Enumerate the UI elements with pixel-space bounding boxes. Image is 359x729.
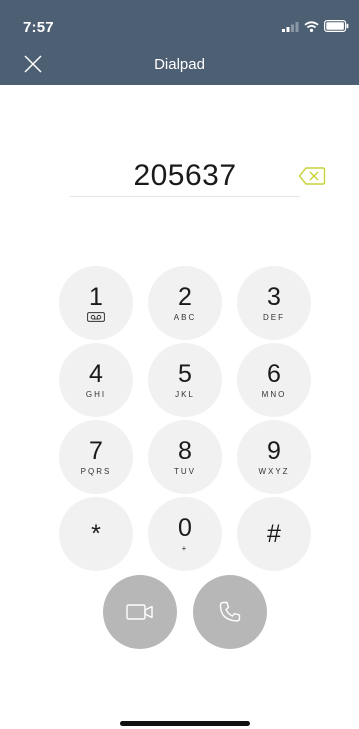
signal-icon — [282, 21, 299, 32]
key-digit: 1 — [89, 283, 103, 311]
home-indicator[interactable] — [120, 721, 250, 726]
battery-icon — [324, 20, 349, 32]
backspace-button[interactable] — [298, 166, 326, 186]
key-letters: + — [181, 543, 189, 553]
key-6[interactable]: 6 MNO — [237, 343, 311, 417]
key-digit: 0 — [178, 513, 192, 542]
key-9[interactable]: 9 WXYZ — [237, 420, 311, 494]
key-1[interactable]: 1 — [59, 266, 133, 340]
key-digit: 5 — [178, 359, 192, 388]
key-digit: # — [267, 520, 281, 548]
key-0[interactable]: 0 + — [148, 497, 222, 571]
key-2[interactable]: 2 ABC — [148, 266, 222, 340]
key-star[interactable]: * — [59, 497, 133, 571]
video-camera-icon — [126, 604, 153, 620]
voicemail-icon — [87, 312, 105, 322]
phone-icon — [219, 601, 241, 622]
key-hash[interactable]: # — [237, 497, 311, 571]
key-digit: 7 — [89, 436, 103, 465]
key-digit: 4 — [89, 359, 103, 388]
key-3[interactable]: 3 DEF — [237, 266, 311, 340]
status-time: 7:57 — [23, 19, 54, 36]
key-letters: DEF — [263, 312, 285, 322]
key-digit: 8 — [178, 436, 192, 465]
key-letters: GHI — [85, 389, 107, 399]
backspace-icon — [298, 167, 326, 185]
key-letters: ABC — [173, 312, 197, 322]
key-digit: 2 — [178, 282, 192, 311]
key-5[interactable]: 5 JKL — [148, 343, 222, 417]
key-letters: JKL — [175, 389, 195, 399]
key-digit: 3 — [267, 282, 281, 311]
key-digit: * — [91, 520, 101, 548]
page-title: Dialpad — [154, 56, 205, 73]
video-call-button[interactable] — [103, 575, 177, 649]
dialed-number-field[interactable]: 205637 — [70, 156, 300, 197]
key-8[interactable]: 8 TUV — [148, 420, 222, 494]
app-header: 7:57 Dialpad — [0, 0, 359, 85]
voice-call-button[interactable] — [193, 575, 267, 649]
key-digit: 9 — [267, 436, 281, 465]
key-letters: MNO — [261, 389, 287, 399]
key-digit: 6 — [267, 359, 281, 388]
key-letters: WXYZ — [258, 466, 290, 476]
status-icons — [282, 20, 349, 32]
key-letters: PQRS — [80, 466, 112, 476]
key-7[interactable]: 7 PQRS — [59, 420, 133, 494]
key-4[interactable]: 4 GHI — [59, 343, 133, 417]
wifi-icon — [304, 20, 319, 32]
key-letters: TUV — [174, 466, 196, 476]
